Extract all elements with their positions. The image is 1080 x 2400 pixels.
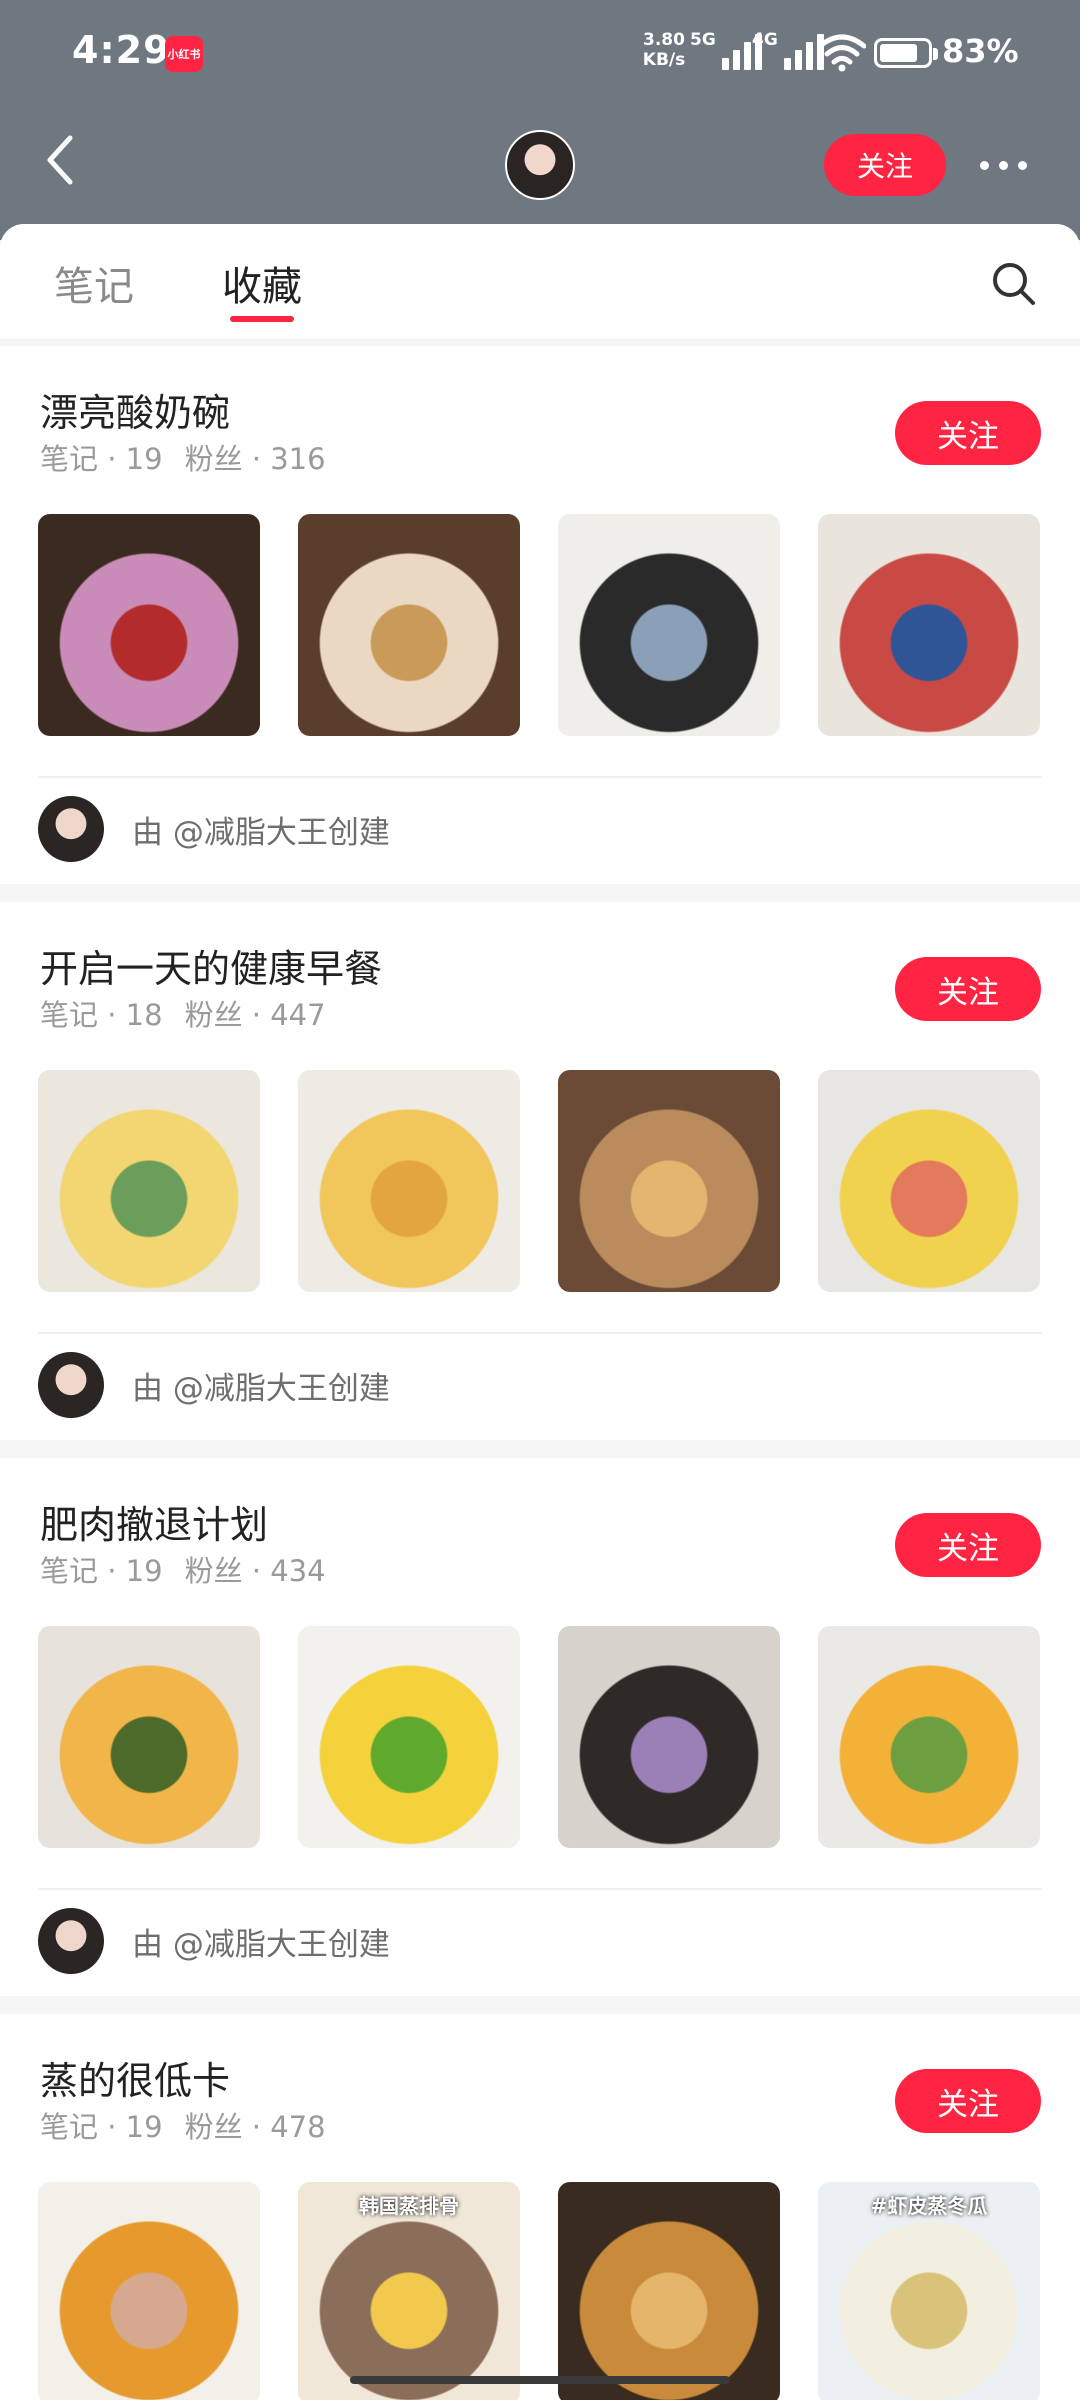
creator-label: 由 @减脂大王创建 <box>132 1370 390 1407</box>
collection-follow-button[interactable]: 关注 <box>895 957 1041 1021</box>
collection-thumbnail[interactable] <box>38 514 260 736</box>
collection-thumbnail[interactable] <box>558 1626 780 1848</box>
thumbnail-row <box>38 514 1040 736</box>
collection-follow-button[interactable]: 关注 <box>895 401 1041 465</box>
back-arrow-icon[interactable] <box>38 130 82 190</box>
battery-percentage: 83% <box>942 32 1019 70</box>
collection-card[interactable]: 开启一天的健康早餐 笔记 · 18 粉丝 · 447 关注 由 @减脂大王创建 <box>0 902 1080 1440</box>
notes-count: 笔记 · 19 <box>40 442 163 476</box>
creator-label: 由 @减脂大王创建 <box>132 814 390 851</box>
header-avatar[interactable] <box>505 130 575 200</box>
divider <box>38 1888 1042 1890</box>
tab-notes[interactable]: 笔记 <box>54 254 134 312</box>
collection-thumbnail[interactable] <box>558 2182 780 2400</box>
collection-stats: 笔记 · 19 粉丝 · 316 <box>40 436 326 478</box>
collection-stats: 笔记 · 18 粉丝 · 447 <box>40 992 326 1034</box>
notes-count: 笔记 · 18 <box>40 998 163 1032</box>
more-options-icon[interactable] <box>980 150 1040 180</box>
fans-count: 粉丝 · 478 <box>184 2110 326 2144</box>
fans-count: 粉丝 · 447 <box>184 998 326 1032</box>
collection-thumbnail[interactable] <box>818 1626 1040 1848</box>
status-bar: 4:29 小红书 3.80 KB/s 5G 4G 83% <box>0 0 1080 110</box>
creator-label: 由 @减脂大王创建 <box>132 1926 390 1963</box>
wifi-icon <box>818 34 866 72</box>
collection-thumbnail[interactable] <box>298 514 520 736</box>
battery-icon <box>874 38 938 68</box>
divider <box>38 1332 1042 1334</box>
collection-thumbnail[interactable] <box>38 1626 260 1848</box>
app-notification-icon: 小红书 <box>165 36 203 72</box>
collection-thumbnail[interactable] <box>38 1070 260 1292</box>
fans-count: 粉丝 · 316 <box>184 442 326 476</box>
collection-title[interactable]: 漂亮酸奶碗 <box>40 382 230 437</box>
collection-card[interactable]: 肥肉撤退计划 笔记 · 19 粉丝 · 434 关注 由 @减脂大王创建 <box>0 1458 1080 1996</box>
collection-thumbnail[interactable] <box>558 1070 780 1292</box>
collection-stats: 笔记 · 19 粉丝 · 478 <box>40 2104 326 2146</box>
creator-avatar[interactable] <box>38 796 104 862</box>
collection-thumbnail[interactable]: 韩国蒸排骨 <box>298 2182 520 2400</box>
collection-title[interactable]: 开启一天的健康早餐 <box>40 938 382 993</box>
thumbnail-caption: #虾皮蒸冬瓜 <box>870 2194 988 2218</box>
status-time: 4:29 <box>72 28 171 72</box>
creator-row[interactable]: 由 @减脂大王创建 <box>38 1350 390 1420</box>
creator-row[interactable]: 由 @减脂大王创建 <box>38 1906 390 1976</box>
collection-thumbnail[interactable] <box>558 514 780 736</box>
collection-thumbnail[interactable] <box>818 514 1040 736</box>
notes-count: 笔记 · 19 <box>40 1554 163 1588</box>
collection-stats: 笔记 · 19 粉丝 · 434 <box>40 1548 326 1590</box>
signal-4g-icon: 4G <box>752 30 824 70</box>
search-icon[interactable] <box>990 260 1036 306</box>
network-speed-unit: KB/s <box>642 50 686 70</box>
thumbnail-row <box>38 1070 1040 1292</box>
home-indicator[interactable] <box>350 2376 730 2384</box>
collection-thumbnail[interactable]: #虾皮蒸冬瓜 <box>818 2182 1040 2400</box>
collection-title[interactable]: 肥肉撤退计划 <box>40 1494 268 1549</box>
tab-collections[interactable]: 收藏 <box>222 254 302 312</box>
creator-avatar[interactable] <box>38 1352 104 1418</box>
thumbnail-caption: 韩国蒸排骨 <box>359 2194 459 2218</box>
divider <box>38 776 1042 778</box>
content-panel: 笔记 收藏 漂亮酸奶碗 笔记 · 19 粉丝 · 316 关注 由 @减脂大王创… <box>0 224 1080 2400</box>
collection-thumbnail[interactable] <box>298 1626 520 1848</box>
creator-avatar[interactable] <box>38 1908 104 1974</box>
collection-follow-button[interactable]: 关注 <box>895 2069 1041 2133</box>
collection-title[interactable]: 蒸的很低卡 <box>40 2050 230 2105</box>
collection-follow-button[interactable]: 关注 <box>895 1513 1041 1577</box>
collection-card[interactable]: 漂亮酸奶碗 笔记 · 19 粉丝 · 316 关注 由 @减脂大王创建 <box>0 346 1080 884</box>
collection-thumbnail[interactable] <box>818 1070 1040 1292</box>
collection-thumbnail[interactable] <box>38 2182 260 2400</box>
collection-card[interactable]: 蒸的很低卡 笔记 · 19 粉丝 · 478 关注 韩国蒸排骨 #虾皮蒸冬瓜 <box>0 2014 1080 2400</box>
thumbnail-row <box>38 1626 1040 1848</box>
network-speed: 3.80 KB/s <box>640 30 688 70</box>
thumbnail-row: 韩国蒸排骨 #虾皮蒸冬瓜 <box>38 2182 1040 2400</box>
tab-bar: 笔记 收藏 <box>0 224 1080 340</box>
header-follow-button[interactable]: 关注 <box>824 134 946 196</box>
fans-count: 粉丝 · 434 <box>184 1554 326 1588</box>
collection-thumbnail[interactable] <box>298 1070 520 1292</box>
creator-row[interactable]: 由 @减脂大王创建 <box>38 794 390 864</box>
network-speed-value: 3.80 <box>643 30 685 50</box>
notes-count: 笔记 · 19 <box>40 2110 163 2144</box>
active-tab-indicator <box>230 316 294 322</box>
